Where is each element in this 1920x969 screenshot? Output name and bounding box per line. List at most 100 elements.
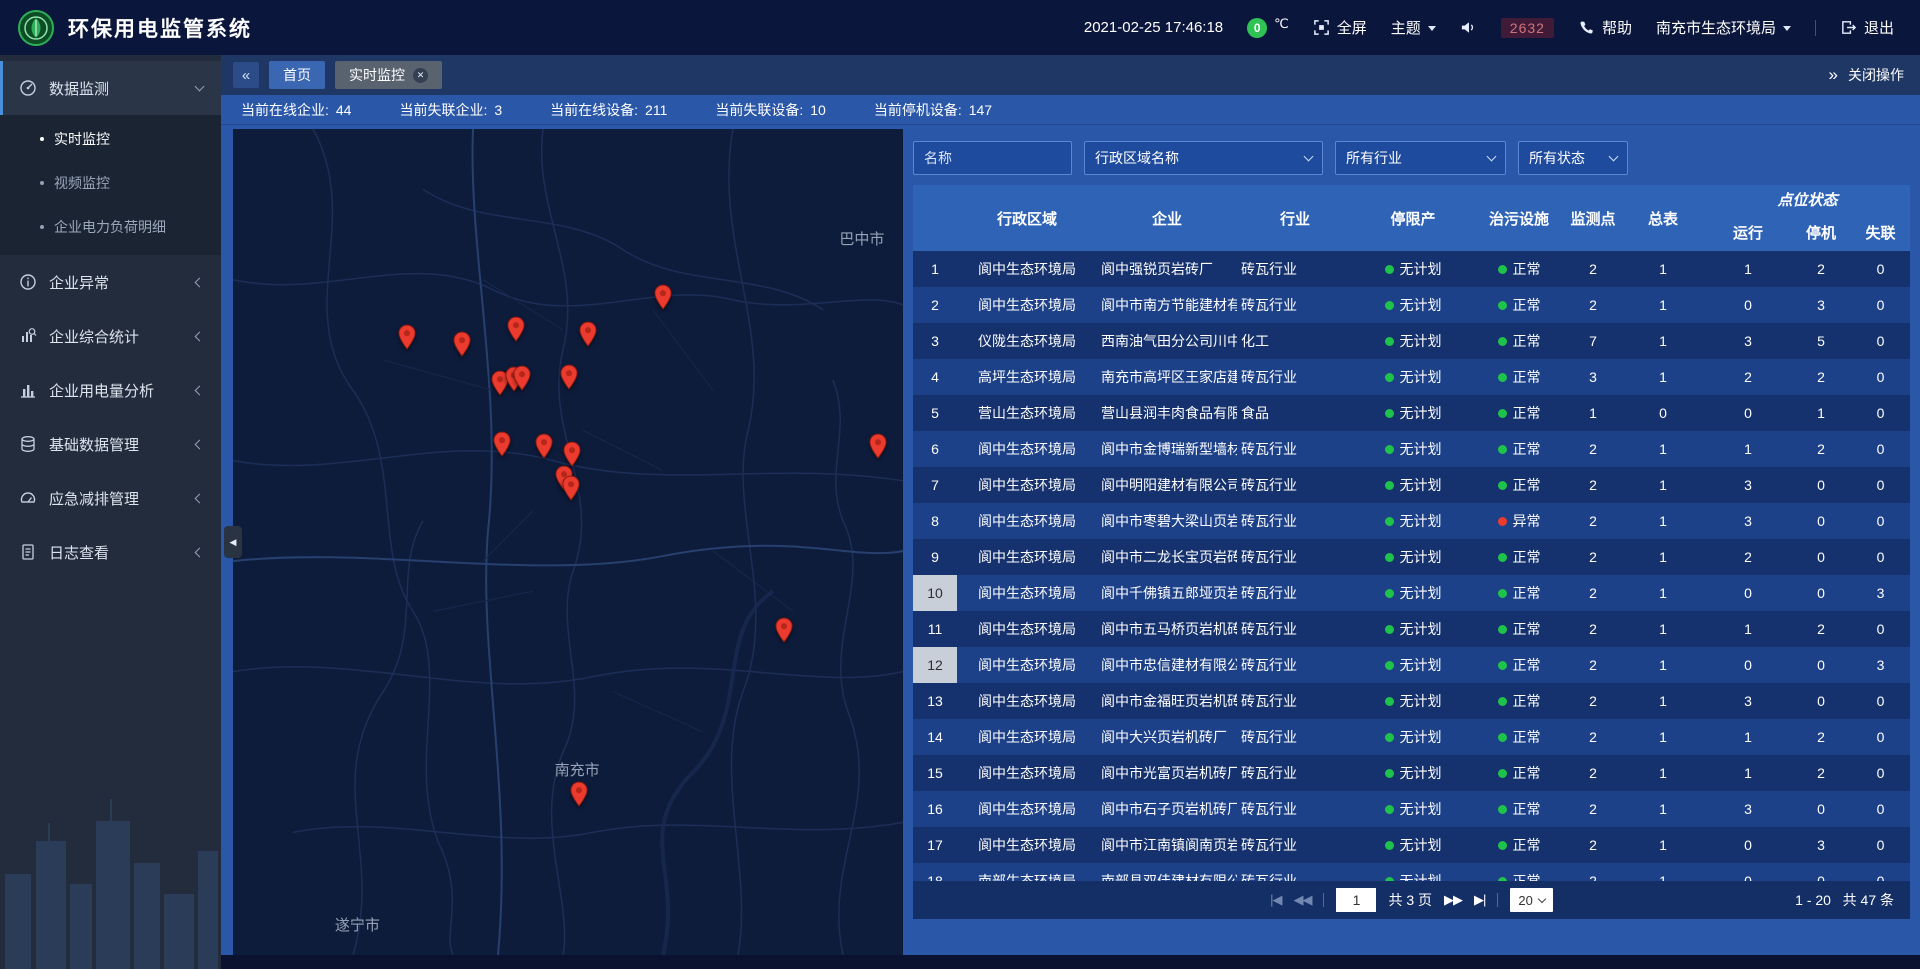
table-row[interactable]: 2阆中生态环境局阆中市南方节能建材有砖瓦行业无计划正常21030 <box>913 287 1910 323</box>
cell-meter: 1 <box>1621 827 1705 863</box>
tab-bar: « 首页 实时监控 ✕ » 关闭操作 <box>221 55 1920 95</box>
help-button[interactable]: 帮助 <box>1578 17 1632 38</box>
first-page-button[interactable]: |◀ <box>1270 892 1281 908</box>
cell-company: 阆中市光富页岩机砖厂 <box>1097 755 1237 791</box>
name-filter-input[interactable] <box>913 141 1072 175</box>
table-row[interactable]: 10阆中生态环境局阆中千佛镇五郎垭页岩砖瓦行业无计划正常21003 <box>913 575 1910 611</box>
cell-region: 阆中生态环境局 <box>957 431 1097 467</box>
table-row[interactable]: 7阆中生态环境局阆中明阳建材有限公司砖瓦行业无计划正常21300 <box>913 467 1910 503</box>
sidebar-group-header[interactable]: 企业异常 <box>0 255 221 309</box>
table-row[interactable]: 6阆中生态环境局阆中市金博瑞新型墙材砖瓦行业无计划正常21120 <box>913 431 1910 467</box>
close-tab-icon[interactable]: ✕ <box>413 68 428 83</box>
col-header-lost: 失联 <box>1851 213 1910 251</box>
announcement-button[interactable] <box>1460 19 1477 36</box>
table-row[interactable]: 5营山生态环境局营山县润丰肉食品有限食品无计划正常10010 <box>913 395 1910 431</box>
map-pin[interactable] <box>775 617 794 644</box>
map-pin[interactable] <box>453 331 472 358</box>
sidebar-group-header[interactable]: 企业用电量分析 <box>0 363 221 417</box>
status-dot-green <box>1498 445 1507 454</box>
sidebar-item[interactable]: 视频监控 <box>0 161 221 205</box>
exit-button[interactable]: 退出 <box>1840 17 1894 38</box>
tabs-scroll-left-button[interactable]: « <box>233 62 259 88</box>
cell-industry: 砖瓦行业 <box>1237 359 1353 395</box>
map-pin[interactable] <box>506 316 525 343</box>
table-row[interactable]: 11阆中生态环境局阆中市五马桥页岩机砖砖瓦行业无计划正常21120 <box>913 611 1910 647</box>
prev-page-button[interactable]: ◀◀ <box>1293 892 1311 908</box>
sidebar-item[interactable]: 企业电力负荷明细 <box>0 205 221 249</box>
cell-company: 阆中大兴页岩机砖厂 <box>1097 719 1237 755</box>
region-filter-select[interactable]: 行政区域名称 <box>1084 141 1323 175</box>
table-row[interactable]: 13阆中生态环境局阆中市金福旺页岩机砖砖瓦行业无计划正常21300 <box>913 683 1910 719</box>
table-row[interactable]: 1阆中生态环境局阆中强锐页岩砖厂砖瓦行业无计划正常21120 <box>913 251 1910 287</box>
table-row[interactable]: 16阆中生态环境局阆中市石子页岩机砖厂砖瓦行业无计划正常21300 <box>913 791 1910 827</box>
next-page-button[interactable]: ▶▶ <box>1444 892 1462 908</box>
table-row[interactable]: 18南部生态环境局南部县双佳建材有限公砖瓦行业无计划正常21000 <box>913 863 1910 881</box>
table-row[interactable]: 17阆中生态环境局阆中市江南镇阆南页岩砖瓦行业无计划正常21030 <box>913 827 1910 863</box>
status-dot-green <box>1385 769 1394 778</box>
stat-label: 当前停机设备: <box>874 100 962 120</box>
range-label: 1 - 20 <box>1795 892 1831 908</box>
close-operations-button[interactable]: 关闭操作 <box>1848 65 1904 85</box>
cell-monitor: 2 <box>1565 503 1621 539</box>
sidebar-group-header[interactable]: 基础数据管理 <box>0 417 221 471</box>
sidebar-group-header[interactable]: 数据监测 <box>0 61 221 115</box>
sidebar-item[interactable]: 实时监控 <box>0 117 221 161</box>
cell-region: 阆中生态环境局 <box>957 467 1097 503</box>
map-pin[interactable] <box>570 781 589 808</box>
table-row[interactable]: 15阆中生态环境局阆中市光富页岩机砖厂砖瓦行业无计划正常21120 <box>913 755 1910 791</box>
tab-home[interactable]: 首页 <box>269 61 325 89</box>
table-row[interactable]: 12阆中生态环境局阆中市忠信建材有限公砖瓦行业无计划正常21003 <box>913 647 1910 683</box>
map-pin[interactable] <box>869 433 888 460</box>
cell-industry: 砖瓦行业 <box>1237 287 1353 323</box>
cell-treatment-status: 正常 <box>1473 791 1565 827</box>
fullscreen-button[interactable]: 全屏 <box>1313 17 1367 38</box>
industry-filter-select[interactable]: 所有行业 <box>1335 141 1506 175</box>
sidebar-group-header[interactable]: 企业综合统计 <box>0 309 221 363</box>
table-row[interactable]: 8阆中生态环境局阆中市枣碧大梁山页岩砖瓦行业无计划异常21300 <box>913 503 1910 539</box>
cell-lost: 0 <box>1851 503 1910 539</box>
cell-company: 阆中市石子页岩机砖厂 <box>1097 791 1237 827</box>
map-collapse-button[interactable]: ◀ <box>224 526 242 558</box>
org-select[interactable]: 南充市生态环境局 <box>1656 17 1791 38</box>
table-row[interactable]: 14阆中生态环境局阆中大兴页岩机砖厂砖瓦行业无计划正常21120 <box>913 719 1910 755</box>
cell-lost: 0 <box>1851 719 1910 755</box>
map-pin[interactable] <box>562 475 581 502</box>
map-pin[interactable] <box>654 284 673 311</box>
cell-industry: 砖瓦行业 <box>1237 251 1353 287</box>
status-filter-select[interactable]: 所有状态 <box>1518 141 1628 175</box>
page-number-input[interactable] <box>1336 888 1376 912</box>
tabs-scroll-right-button[interactable]: » <box>1829 62 1838 88</box>
map-pin[interactable] <box>512 365 531 392</box>
table-row[interactable]: 3仪陇生态环境局西南油气田分公司川中化工无计划正常71350 <box>913 323 1910 359</box>
map-pin[interactable] <box>563 441 582 468</box>
table-row[interactable]: 4高坪生态环境局南充市高坪区王家店建砖瓦行业无计划正常31220 <box>913 359 1910 395</box>
tab-label: 实时监控 <box>349 65 405 85</box>
map-pin[interactable] <box>579 321 598 348</box>
table-row[interactable]: 9阆中生态环境局阆中市二龙长宝页岩砖砖瓦行业无计划正常21200 <box>913 539 1910 575</box>
cell-stop: 5 <box>1791 323 1851 359</box>
tab-realtime-monitor[interactable]: 实时监控 ✕ <box>335 61 442 89</box>
chevron-down-icon <box>1487 151 1497 161</box>
cell-monitor: 2 <box>1565 575 1621 611</box>
map-pin[interactable] <box>559 364 578 391</box>
last-page-button[interactable]: ▶| <box>1474 892 1485 908</box>
datetime-label: 2021-02-25 17:46:18 <box>1084 19 1223 36</box>
row-index: 12 <box>913 647 957 683</box>
cell-treatment-status: 正常 <box>1473 863 1565 881</box>
map-pin[interactable] <box>534 433 553 460</box>
status-text: 正常 <box>1513 727 1541 747</box>
sidebar-group-header[interactable]: 应急减排管理 <box>0 471 221 525</box>
theme-select[interactable]: 主题 <box>1391 17 1436 38</box>
page-size-select[interactable]: 20 <box>1510 888 1552 912</box>
sidebar-group: 企业用电量分析 <box>0 363 221 417</box>
status-text: 正常 <box>1513 403 1541 423</box>
map-panel[interactable]: 巴中市南充市遂宁市 ◀ <box>233 129 903 955</box>
cell-company: 阆中市南方节能建材有 <box>1097 287 1237 323</box>
alert-count-badge[interactable]: 2632 <box>1501 18 1554 38</box>
cell-monitor: 2 <box>1565 791 1621 827</box>
cell-stop: 0 <box>1791 647 1851 683</box>
map-pin[interactable] <box>398 324 417 351</box>
sidebar-submenu: 实时监控视频监控企业电力负荷明细 <box>0 115 221 255</box>
sidebar-group-header[interactable]: 日志查看 <box>0 525 221 579</box>
map-pin[interactable] <box>493 431 512 458</box>
